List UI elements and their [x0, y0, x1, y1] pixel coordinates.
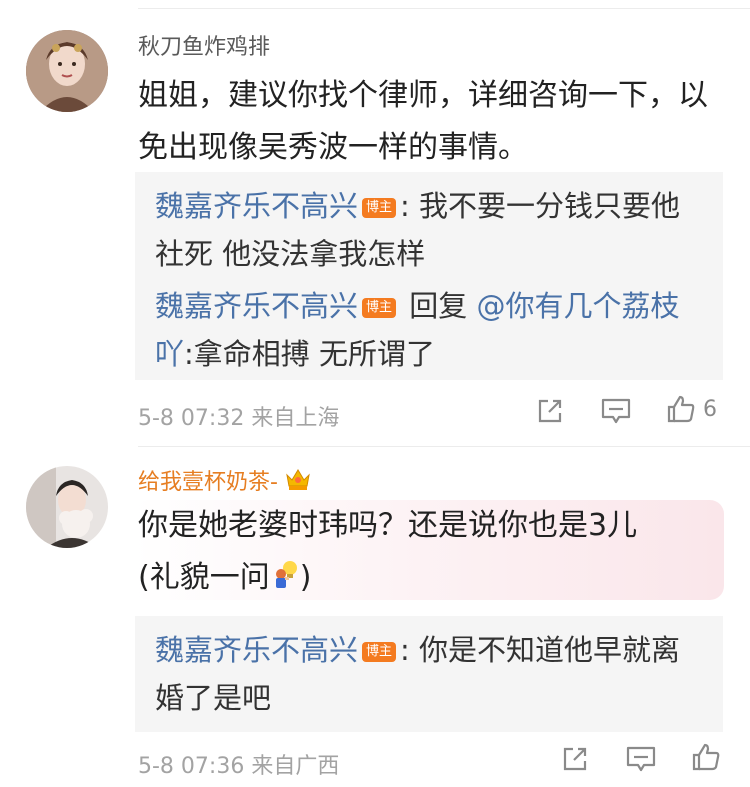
reply-item: 魏嘉齐乐不高兴 博主: 我不要一分钱只要他社死 他没法拿我怎样: [155, 182, 703, 278]
comment-thread: 秋刀鱼炸鸡排 姐姐，建议你找个律师，详细咨询一下，以免出现像吴秀波一样的事情。 …: [0, 0, 750, 787]
username[interactable]: 秋刀鱼炸鸡排: [138, 33, 270, 63]
reply-text: :拿命相搏 无所谓了: [184, 337, 436, 371]
author-badge: 博主: [362, 298, 397, 318]
thumbs-up-icon: [692, 743, 720, 771]
comment-meta: 5-8 07:32 来自上海: [138, 406, 340, 431]
reply-box[interactable]: 魏嘉齐乐不高兴 博主: 我不要一分钱只要他社死 他没法拿我怎样 魏嘉齐乐不高兴 博主…: [135, 172, 723, 380]
thumbs-up-icon: [667, 395, 695, 423]
lightbulb-person-emoji: [270, 556, 300, 608]
reply-item: 魏嘉齐乐不高兴 博主 回复 @你有几个荔枝吖:拿命相搏 无所谓了: [155, 282, 703, 378]
comment-item: 秋刀鱼炸鸡排 姐姐，建议你找个律师，详细咨询一下，以免出现像吴秀波一样的事情。 …: [0, 0, 750, 448]
comment-text: 姐姐，建议你找个律师，详细咨询一下，以免出现像吴秀波一样的事情。: [138, 78, 708, 165]
username-text[interactable]: 给我壹杯奶茶-: [138, 470, 278, 495]
crown-icon: [284, 466, 312, 501]
comment-line-1: 你是她老婆时玮吗？还是说你也是3儿: [138, 508, 638, 543]
author-badge: 博主: [362, 642, 397, 662]
share-button[interactable]: [535, 396, 565, 426]
like-button[interactable]: 6: [665, 393, 717, 425]
comment-item: 给我壹杯奶茶- 你是她老婆时玮吗？还是说你也是3儿 (礼貌一问) 魏嘉齐乐不高…: [0, 448, 750, 787]
share-icon: [563, 747, 587, 771]
comment-divider: [138, 446, 750, 447]
username[interactable]: 给我壹杯奶茶-: [138, 466, 312, 501]
comment-text: 你是她老婆时玮吗？还是说你也是3儿 (礼貌一问 ): [138, 500, 713, 608]
comment-icon: [601, 398, 631, 424]
reply-item: 魏嘉齐乐不高兴 博主: 你是不知道他早就离婚了是吧: [155, 626, 703, 722]
comment-meta: 5-8 07:36 来自广西: [138, 754, 340, 779]
author-badge: 博主: [362, 198, 397, 218]
like-button[interactable]: [690, 741, 722, 773]
avatar[interactable]: [26, 30, 108, 112]
reply-username[interactable]: 魏嘉齐乐不高兴: [155, 189, 358, 223]
reply-username[interactable]: 魏嘉齐乐不高兴: [155, 633, 358, 667]
comment-line-2: (礼貌一问 ): [138, 552, 713, 608]
like-count: 6: [703, 396, 717, 422]
comment-line-2-start: (礼貌一问: [138, 560, 270, 595]
avatar[interactable]: [26, 466, 108, 548]
comment-line-2-end: ): [299, 560, 312, 595]
reply-username[interactable]: 魏嘉齐乐不高兴: [155, 289, 358, 323]
share-button[interactable]: [560, 744, 590, 774]
reply-prefix: 回复: [400, 289, 477, 323]
reply-box[interactable]: 魏嘉齐乐不高兴 博主: 你是不知道他早就离婚了是吧: [135, 616, 723, 732]
comment-icon: [626, 746, 656, 772]
comment-button[interactable]: [625, 744, 657, 774]
comment-button[interactable]: [600, 396, 632, 426]
share-icon: [538, 399, 562, 423]
